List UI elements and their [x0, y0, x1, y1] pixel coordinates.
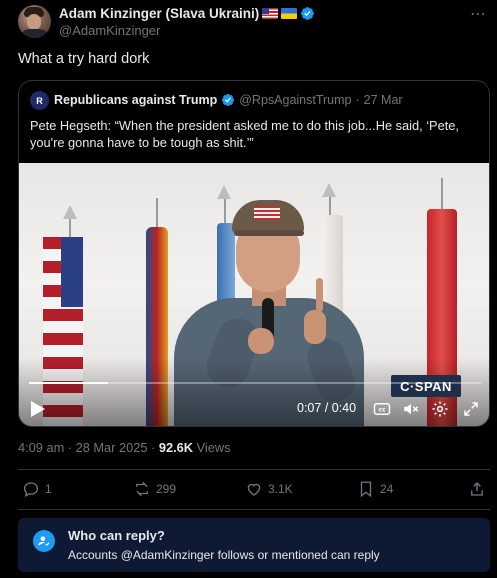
reply-button[interactable]: 1: [22, 480, 52, 498]
author-avatar[interactable]: [18, 5, 51, 38]
user-check-icon: [33, 530, 55, 552]
views-label: Views: [196, 440, 231, 455]
reply-settings-description: Accounts @AdamKinzinger follows or menti…: [68, 548, 380, 562]
reply-icon: [23, 482, 39, 498]
author-handle[interactable]: @AdamKinzinger: [59, 23, 160, 38]
mute-volume-icon[interactable]: [402, 400, 420, 418]
views-count: 92.6K: [158, 440, 193, 455]
heart-icon: [247, 483, 261, 496]
like-count: 3.1K: [268, 482, 293, 496]
author-display-name[interactable]: Adam Kinzinger (Slava Ukraini): [59, 6, 259, 21]
post-timestamp[interactable]: 4:09 am · 28 Mar 2025 ·: [18, 440, 155, 455]
bookmark-icon: [360, 481, 372, 498]
quote-author-row: Republicans against Trump @RpsAgainstTru…: [54, 93, 403, 107]
fullscreen-icon[interactable]: [462, 400, 480, 418]
verified-badge-icon[interactable]: [300, 6, 315, 21]
svg-text:cc: cc: [378, 407, 386, 414]
settings-gear-icon[interactable]: [431, 400, 449, 418]
share-button[interactable]: [468, 480, 486, 498]
divider: [18, 469, 490, 470]
quote-author-handle[interactable]: @RpsAgainstTrump: [239, 93, 351, 107]
cspan-watermark-logo: C·SPAN: [391, 375, 461, 397]
post-meta: 4:09 am · 28 Mar 2025 · 92.6K Views: [18, 440, 230, 455]
bookmark-button[interactable]: 24: [357, 480, 393, 498]
video-player[interactable]: C·SPAN 0:07 / 0:40 cc: [19, 163, 489, 426]
repost-icon: [136, 481, 148, 497]
us-flag-icon: [262, 8, 279, 19]
share-icon: [471, 482, 483, 496]
quote-author-display-name[interactable]: Republicans against Trump: [54, 93, 217, 107]
bookmark-count: 24: [380, 482, 394, 496]
repost-count: 299: [156, 482, 177, 496]
author-name-row: Adam Kinzinger (Slava Ukraini): [59, 6, 315, 21]
verified-badge-icon[interactable]: [221, 93, 235, 107]
quote-separator: ·: [355, 93, 360, 107]
quote-date[interactable]: 27 Mar: [364, 93, 403, 107]
ukraine-flag-icon: [281, 8, 298, 19]
more-options-icon[interactable]: ⋯: [470, 4, 487, 24]
action-bar: 1 299 3.1K 24: [18, 480, 490, 502]
quoted-post[interactable]: R Republicans against Trump @RpsAgainstT…: [18, 80, 490, 427]
reply-restriction-banner: Who can reply? Accounts @AdamKinzinger f…: [18, 518, 490, 572]
like-button[interactable]: 3.1K: [245, 480, 293, 498]
play-icon[interactable]: [31, 401, 45, 417]
repost-button[interactable]: 299: [133, 480, 176, 498]
reply-settings-title: Who can reply?: [68, 528, 165, 543]
captions-icon[interactable]: cc: [373, 400, 391, 418]
reply-count: 1: [45, 482, 52, 496]
video-progress-fill: [29, 382, 109, 384]
quote-text: Pete Hegseth: “When the president asked …: [30, 118, 459, 150]
video-time: 0:07 / 0:40: [297, 401, 357, 415]
quote-author-avatar[interactable]: R: [30, 91, 49, 110]
post-text: What a try hard dork: [18, 51, 150, 67]
post: Adam Kinzinger (Slava Ukraini) @AdamKinz…: [0, 0, 497, 578]
divider: [18, 509, 490, 510]
